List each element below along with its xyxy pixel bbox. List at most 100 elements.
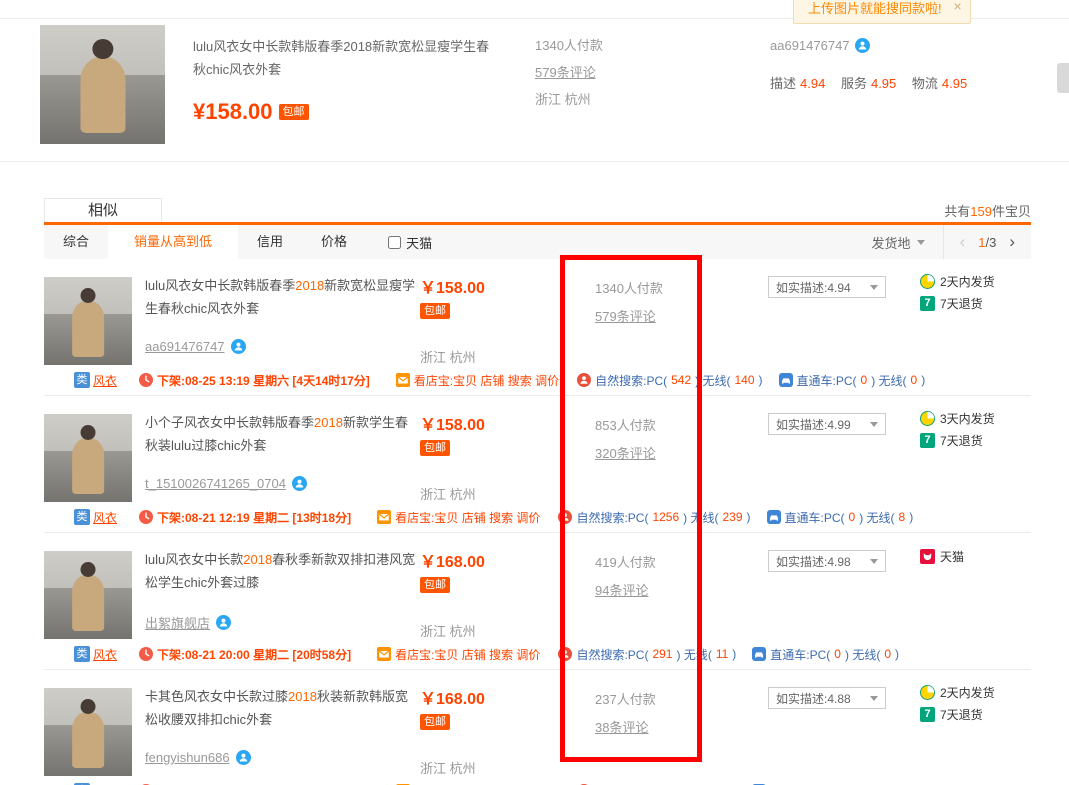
product-thumbnail[interactable] bbox=[44, 551, 132, 639]
ship-from-dropdown[interactable]: 发货地 bbox=[854, 225, 943, 259]
wangwang-icon[interactable] bbox=[292, 476, 307, 491]
title-text: 小个子风衣女中长款韩版春季 bbox=[145, 415, 314, 430]
reviews-link[interactable]: 320条评论 bbox=[595, 443, 656, 462]
rating-dropdown[interactable]: 如实描述:4.98 bbox=[768, 550, 886, 572]
seller-link[interactable]: fengyishun686 bbox=[145, 750, 230, 765]
offshelf-time: 下架:08-21 12:19 星期二 [13时18分] bbox=[157, 509, 351, 526]
service-text: 2天内发货 bbox=[940, 273, 995, 290]
wangwang-icon[interactable] bbox=[231, 339, 246, 354]
page-indicator: 1/3 bbox=[978, 235, 996, 250]
zhitongche-mid: ) 无线( bbox=[871, 372, 906, 389]
title-text: 卡其色风衣女中长款过膝 bbox=[145, 689, 288, 704]
product-title-link[interactable]: lulu风衣女中长款韩版春季2018新款宽松显瘦学生春秋chic风衣外套 bbox=[145, 274, 417, 320]
wangwang-icon[interactable] bbox=[216, 615, 231, 630]
tab-similar[interactable]: 相似 bbox=[44, 198, 162, 223]
product-thumbnail[interactable] bbox=[44, 688, 132, 776]
total-prefix: 共有 bbox=[944, 204, 970, 219]
service-text: 3天内发货 bbox=[940, 410, 995, 427]
tmall-icon bbox=[920, 549, 935, 564]
product-title-link[interactable]: lulu风衣女中长款2018春秋季新款双排扣港风宽松学生chic外套过膝 bbox=[145, 548, 417, 594]
natural-search-end: ) bbox=[759, 373, 763, 387]
head-shape bbox=[81, 288, 96, 303]
zhitongche-end: ) bbox=[909, 510, 913, 524]
header-product-image[interactable] bbox=[40, 25, 165, 144]
chevron-down-icon bbox=[870, 422, 878, 427]
tmall-checkbox[interactable] bbox=[388, 236, 401, 249]
header-location: 浙江 杭州 bbox=[535, 91, 603, 108]
price: ￥158.00 bbox=[420, 280, 485, 297]
row-info-bar: 类 风衣 下架:08-21 12:19 星期二 [13时18分] 看店宝:宝贝 … bbox=[44, 507, 1031, 527]
rating-dropdown-value: 如实描述:4.98 bbox=[776, 553, 851, 570]
row-info-bar: 类 风衣 下架:08-25 13:19 星期六 [4天14时17分] 看店宝:宝… bbox=[44, 370, 1031, 390]
natural-search-pc-value: 542 bbox=[671, 373, 691, 387]
rating-dropdown-value: 如实描述:4.94 bbox=[776, 279, 851, 296]
price: ￥168.00 bbox=[420, 554, 485, 571]
tooltip-close-icon[interactable]: × bbox=[953, 0, 961, 13]
sort-item-sales-desc[interactable]: 销量从高到低 bbox=[108, 225, 238, 259]
reviews-link[interactable]: 579条评论 bbox=[595, 306, 656, 325]
natural-search-mid: ) 无线( bbox=[695, 372, 730, 389]
sort-item-credit[interactable]: 信用 bbox=[238, 225, 302, 259]
reviews-link[interactable]: 38条评论 bbox=[595, 717, 648, 736]
head-shape bbox=[81, 562, 96, 577]
row-info-bar: 类 风衣 下架:08-21 20:00 星期二 [20时58分] 看店宝:宝贝 … bbox=[44, 644, 1031, 664]
product-thumbnail[interactable] bbox=[44, 414, 132, 502]
page-prev-button[interactable]: ‹ bbox=[960, 232, 966, 252]
clock-icon bbox=[139, 647, 153, 661]
coat-shape bbox=[72, 301, 104, 357]
natural-search-mid: ) 无线( bbox=[683, 509, 718, 526]
filter-bar: 综合 销量从高到低 信用 价格 天猫 发货地 ‹ 1/3 › bbox=[44, 225, 1031, 259]
natural-search-wireless-value: 140 bbox=[734, 373, 754, 387]
natural-search-label: 自然搜索:PC( bbox=[576, 509, 648, 526]
tmall-filter[interactable]: 天猫 bbox=[388, 225, 432, 259]
product-title-link[interactable]: 卡其色风衣女中长款过膝2018秋装新款韩版宽松收腰双排扣chic外套 bbox=[145, 685, 417, 731]
seller-link[interactable]: t_1510026741265_0704 bbox=[145, 476, 286, 491]
rating-dropdown[interactable]: 如实描述:4.94 bbox=[768, 276, 886, 298]
seller-link[interactable]: aa691476747 bbox=[145, 339, 225, 354]
payments-count: 1340人付款 bbox=[595, 278, 663, 297]
service-text: 2天内发货 bbox=[940, 684, 995, 701]
shipping-time-icon bbox=[920, 411, 935, 426]
sort-item-price[interactable]: 价格 bbox=[302, 225, 366, 259]
head-shape bbox=[81, 425, 96, 440]
zhitongche-mid: ) 无线( bbox=[845, 646, 880, 663]
reviews-link[interactable]: 94条评论 bbox=[595, 580, 648, 599]
chevron-down-icon bbox=[870, 285, 878, 290]
zhitongche-car-icon bbox=[752, 647, 766, 661]
category-link[interactable]: 风衣 bbox=[93, 646, 117, 663]
seller-link[interactable]: 出絮旗舰店 bbox=[145, 613, 210, 632]
header-price: ¥158.00 bbox=[193, 99, 273, 125]
kandianbao-links[interactable]: 看店宝:宝贝 店铺 搜索 调价 bbox=[395, 509, 540, 526]
product-thumbnail[interactable] bbox=[44, 277, 132, 365]
category-link[interactable]: 风衣 bbox=[93, 372, 117, 389]
zhitongche-label: 直通车:PC( bbox=[770, 646, 830, 663]
rating-dropdown[interactable]: 如实描述:4.99 bbox=[768, 413, 886, 435]
zhitongche-mid: ) 无线( bbox=[859, 509, 894, 526]
kandianbao-icon bbox=[396, 373, 410, 387]
payments-count: 237人付款 bbox=[595, 689, 656, 708]
category-badge: 类 bbox=[74, 646, 90, 662]
payments-count: 853人付款 bbox=[595, 415, 656, 434]
natural-search-label: 自然搜索:PC( bbox=[576, 646, 648, 663]
header-reviews-link[interactable]: 579条评论 bbox=[535, 65, 596, 80]
location: 浙江 杭州 bbox=[420, 621, 476, 640]
free-shipping-badge: 包邮 bbox=[420, 440, 450, 456]
product-title-link[interactable]: 小个子风衣女中长款韩版春季2018新款学生春秋装lulu过膝chic外套 bbox=[145, 411, 417, 457]
header-seller-name: aa691476747 bbox=[770, 38, 850, 53]
product-row: lulu风衣女中长款韩版春季2018新款宽松显瘦学生春秋chic风衣外套 aa6… bbox=[44, 259, 1031, 396]
rating-dropdown[interactable]: 如实描述:4.88 bbox=[768, 687, 886, 709]
kandianbao-links[interactable]: 看店宝:宝贝 店铺 搜索 调价 bbox=[414, 372, 559, 389]
kandianbao-links[interactable]: 看店宝:宝贝 店铺 搜索 调价 bbox=[395, 646, 540, 663]
zhitongche-wireless-value: 8 bbox=[899, 510, 906, 524]
wangwang-icon[interactable] bbox=[236, 750, 251, 765]
chevron-down-icon bbox=[870, 559, 878, 564]
sort-item-composite[interactable]: 综合 bbox=[44, 225, 108, 259]
free-shipping-badge: 包邮 bbox=[279, 104, 309, 120]
wangwang-icon[interactable] bbox=[855, 38, 870, 53]
page-next-button[interactable]: › bbox=[1009, 232, 1015, 252]
side-widget-handle[interactable] bbox=[1057, 63, 1069, 93]
tmall-badge: 天猫 bbox=[920, 548, 964, 565]
zhitongche-end: ) bbox=[921, 373, 925, 387]
tooltip-text: 上传图片就能搜同款啦! bbox=[808, 1, 942, 16]
category-link[interactable]: 风衣 bbox=[93, 509, 117, 526]
